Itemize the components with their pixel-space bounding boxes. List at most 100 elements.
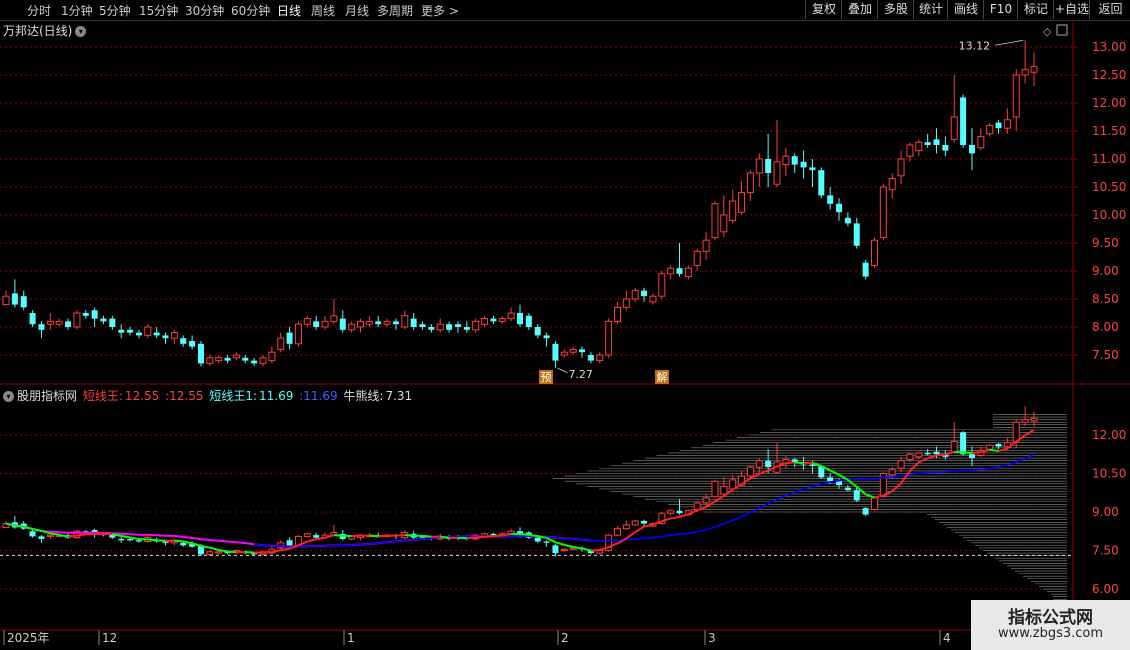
- main-candle-body: [853, 223, 860, 246]
- indicator-candle-body: [995, 443, 1002, 447]
- main-candle-body: [383, 320, 391, 325]
- s2-value: 11.69: [259, 389, 294, 403]
- short-ma-segment: [555, 541, 565, 546]
- short-ma-segment: [634, 525, 645, 533]
- price-axis-label: 13.00: [1092, 40, 1126, 54]
- main-candle-body: [401, 315, 409, 328]
- main-candle-body: [658, 273, 666, 297]
- indicator-candle-body: [933, 451, 940, 455]
- price-axis-label: 7.50: [1092, 348, 1119, 362]
- indicator-candle-body: [853, 490, 860, 501]
- indicator-name[interactable]: 股朋指标网: [17, 389, 77, 403]
- s3-value: 7.31: [385, 389, 413, 403]
- main-candle-body: [596, 354, 604, 362]
- indicator-candle-body: [1030, 417, 1038, 422]
- window-icon[interactable]: [1056, 24, 1068, 36]
- low-price-label: 7.27: [568, 368, 593, 381]
- short-ma-segment: [395, 534, 405, 537]
- main-candle-body: [118, 329, 125, 333]
- stock-title-text: 万邦达(日线): [3, 24, 73, 38]
- main-candle-body: [109, 318, 116, 327]
- time-axis-label: 12: [102, 631, 117, 645]
- main-candle-body: [960, 97, 967, 145]
- short-ma-segment: [333, 534, 343, 537]
- main-candle-body: [472, 320, 480, 331]
- time-axis-label: 2: [561, 631, 569, 645]
- main-candle-body: [446, 324, 453, 330]
- high-pointer: [995, 39, 1024, 46]
- main-candle-body: [879, 186, 887, 238]
- main-candle-body: [313, 321, 320, 327]
- main-candle-body: [605, 320, 613, 356]
- main-candle-body: [888, 178, 896, 191]
- main-candle-body: [809, 167, 816, 171]
- main-candle-body: [738, 192, 746, 213]
- main-candle-body: [11, 293, 18, 305]
- main-candle-body: [729, 200, 737, 222]
- main-candle-body: [55, 320, 63, 325]
- main-candle-body: [65, 321, 72, 327]
- main-candle-body: [693, 250, 701, 266]
- short-ma-segment: [528, 533, 538, 538]
- indicator-candle-body: [915, 452, 923, 458]
- main-candle-body: [950, 116, 958, 140]
- short-ma-segment: [14, 524, 24, 528]
- main-candle-body: [942, 145, 949, 151]
- main-candle-body: [197, 343, 204, 364]
- main-candle-body: [836, 203, 843, 213]
- marker-jie: 解: [657, 370, 668, 384]
- indicator-candle-body: [206, 551, 214, 555]
- indicator-candle-body: [641, 520, 648, 524]
- price-axis-label: 12.00: [1092, 96, 1126, 110]
- main-candle-body: [100, 318, 107, 322]
- main-candle-body: [215, 357, 223, 362]
- kline-chart[interactable]: 13.00 12.50 12.00 11.50 11.00 10.50 10.00 9.50 9…: [0, 0, 1130, 650]
- chevron-down-icon[interactable]: ▾: [75, 26, 87, 37]
- indicator-candle-body: [755, 460, 763, 468]
- short-ma-segment: [156, 539, 166, 542]
- short-ma-segment: [342, 534, 352, 538]
- main-candle-body: [356, 320, 364, 328]
- main-candle-body: [1012, 74, 1020, 118]
- main-candle-body: [498, 318, 506, 322]
- indicator-candle-body: [746, 466, 754, 477]
- short-ma-segment: [422, 534, 432, 538]
- indicator-candle-body: [765, 460, 772, 468]
- main-candle-body: [968, 145, 975, 154]
- indicator-candle-body: [844, 487, 851, 491]
- main-candle-body: [38, 324, 45, 330]
- short-ma-segment: [918, 457, 929, 464]
- chevron-down-icon[interactable]: ▾: [3, 391, 14, 402]
- main-candle-body: [259, 357, 267, 364]
- main-candle-body: [463, 327, 470, 330]
- short-ma-segment: [316, 536, 326, 541]
- short-ma-segment: [865, 493, 875, 499]
- indicator-candle-body: [180, 542, 187, 546]
- indicator-candle-body: [870, 497, 878, 510]
- main-candle-body: [180, 338, 187, 344]
- main-candle-body: [321, 320, 329, 328]
- short-ma-segment: [493, 534, 503, 538]
- short-ma-segment: [936, 453, 946, 457]
- main-candle-body: [684, 267, 692, 278]
- main-candle-body: [294, 323, 302, 345]
- low-pointer: [557, 367, 568, 374]
- short-ma-segment: [129, 536, 140, 540]
- main-candle-body: [392, 321, 399, 325]
- main-candle-body: [144, 326, 152, 336]
- short-ma-segment: [351, 534, 361, 538]
- main-candle-body: [649, 295, 657, 303]
- indicator-candle-body: [906, 453, 914, 460]
- main-candle-body: [587, 355, 594, 361]
- time-axis-label: 4: [943, 631, 951, 645]
- time-axis-label: 1: [347, 631, 355, 645]
- main-candle-body: [613, 306, 621, 322]
- indicator-candle-body: [862, 508, 869, 515]
- price-axis-label: 11.00: [1092, 152, 1126, 166]
- main-candle-body: [29, 313, 36, 325]
- s1-value2: :12.55: [165, 389, 204, 403]
- short-ma-segment: [891, 482, 902, 492]
- main-candle-body: [552, 343, 559, 361]
- main-candle-body: [73, 312, 81, 328]
- main-candle-body: [339, 318, 346, 330]
